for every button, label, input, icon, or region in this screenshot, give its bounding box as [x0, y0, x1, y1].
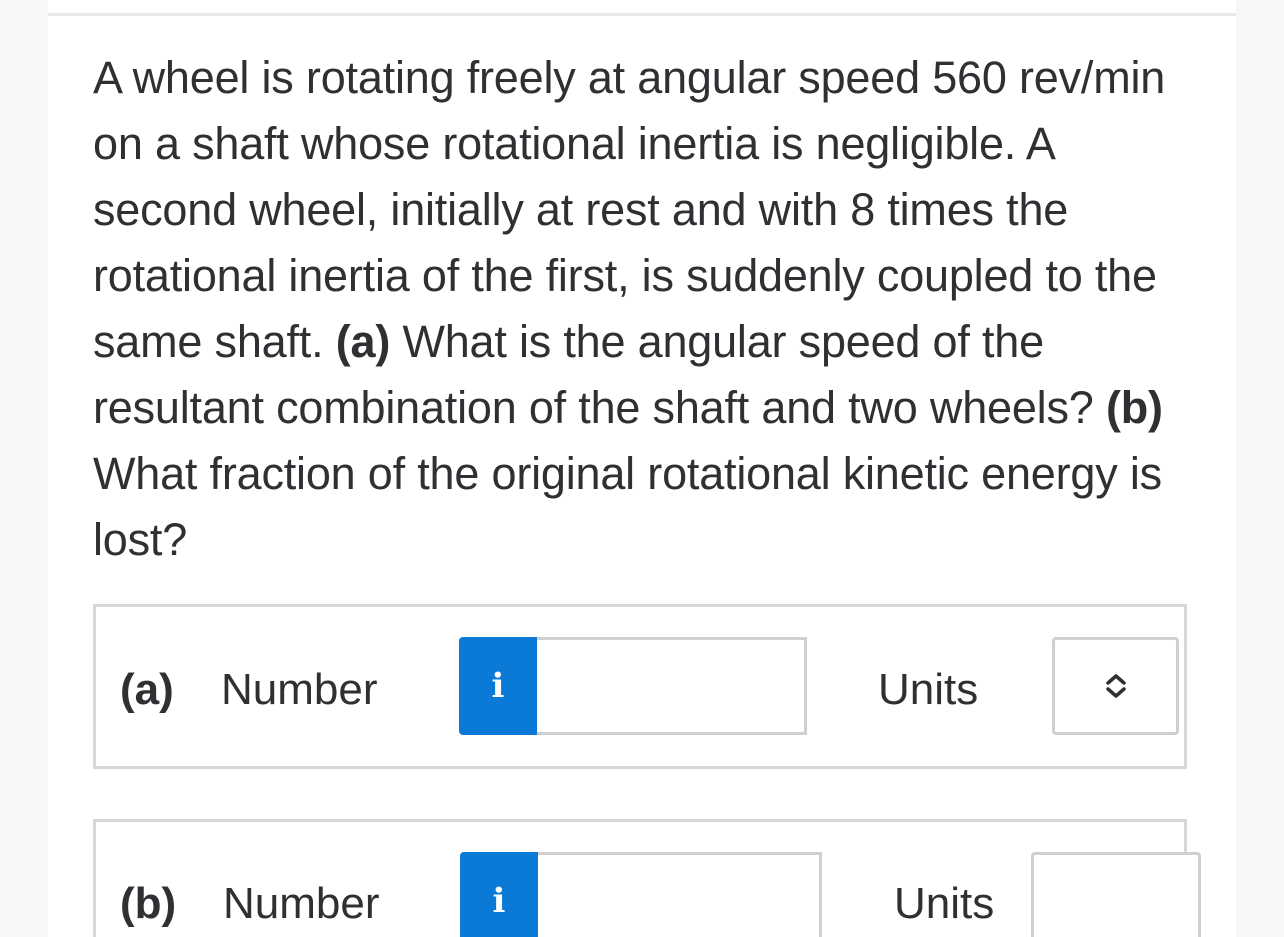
answer-row-a: (a) Number i Units: [93, 604, 1187, 769]
units-select[interactable]: [1052, 637, 1179, 735]
top-divider: [48, 13, 1236, 16]
question-card: A wheel is rotating freely at angular sp…: [48, 0, 1236, 937]
info-button[interactable]: i: [459, 637, 537, 735]
info-icon: i: [492, 881, 506, 921]
info-button[interactable]: i: [460, 852, 538, 937]
question-text: A wheel is rotating freely at angular sp…: [93, 45, 1193, 573]
part-b-marker: (b): [1105, 382, 1163, 433]
units-select[interactable]: [1031, 852, 1201, 937]
units-label: Units: [894, 879, 995, 928]
answer-row-b: (b) Number i Units: [93, 819, 1201, 937]
number-input[interactable]: [537, 637, 807, 735]
number-input[interactable]: [538, 852, 822, 937]
info-icon: i: [491, 666, 505, 706]
part-a-marker: (a): [335, 316, 391, 367]
number-label: Number: [223, 879, 380, 928]
answer-part-label: (a): [120, 665, 174, 714]
answer-part-label: (b): [120, 879, 177, 928]
number-label: Number: [221, 665, 378, 714]
part-b-question: What fraction of the original rotational…: [93, 448, 1162, 565]
chevron-up-down-icon: [1105, 674, 1126, 698]
units-label: Units: [878, 665, 979, 714]
